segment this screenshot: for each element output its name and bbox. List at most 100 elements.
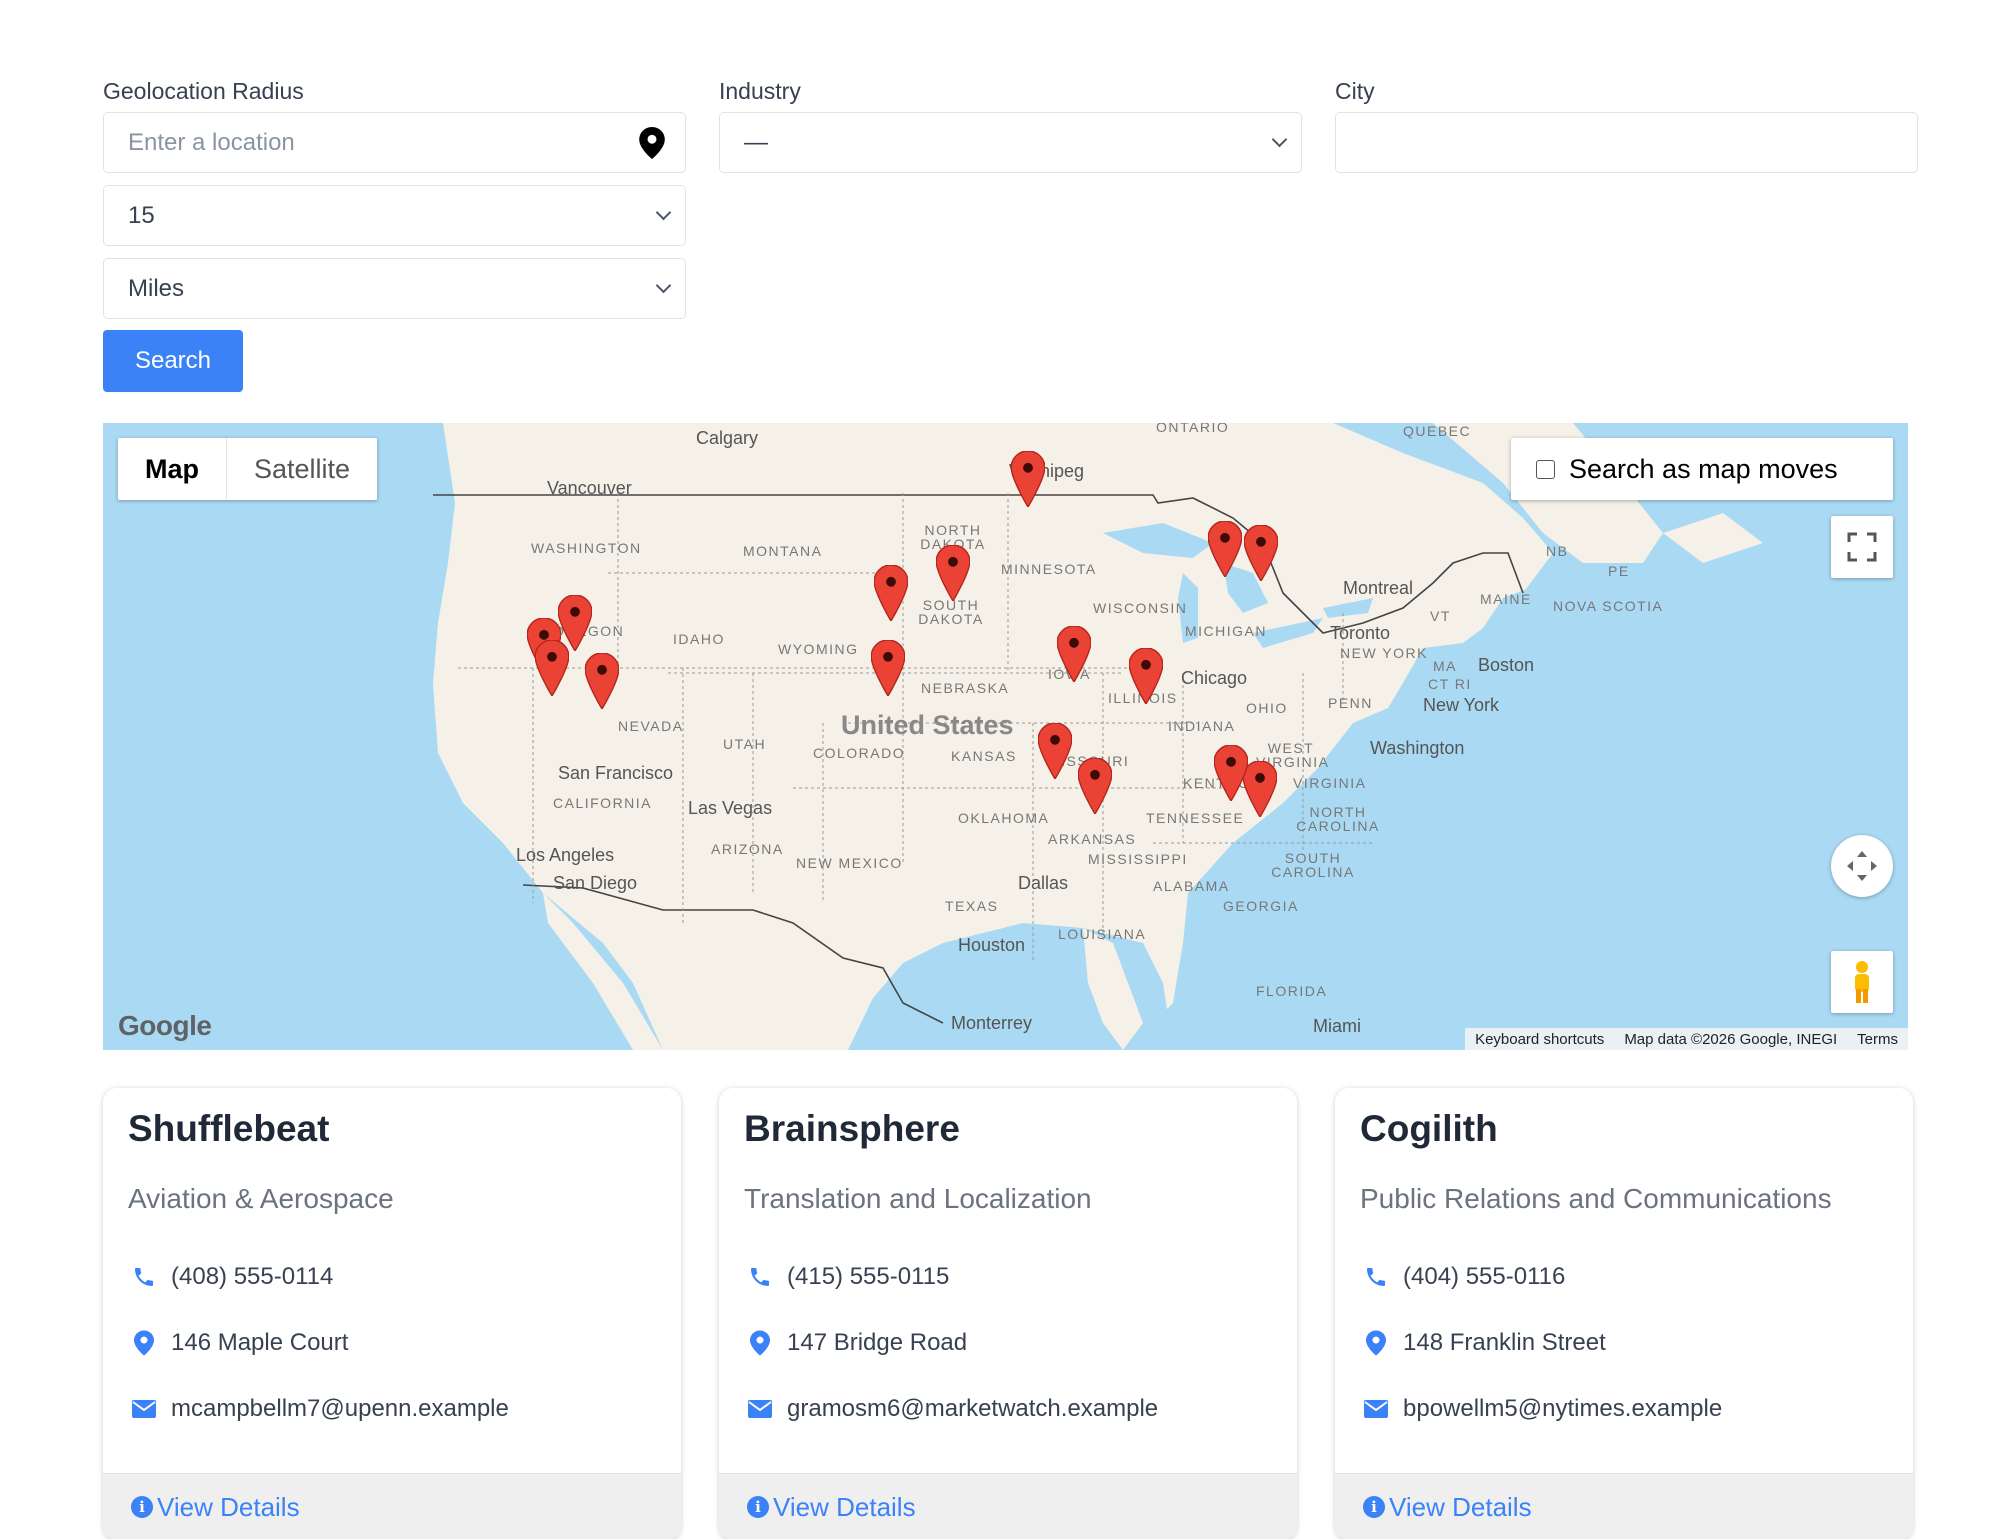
fullscreen-button[interactable] (1831, 516, 1893, 578)
view-details-label: View Details (773, 1491, 916, 1522)
map-marker-icon[interactable] (1011, 451, 1045, 507)
view-details-label: View Details (1389, 1491, 1532, 1522)
phone-icon (135, 1268, 153, 1286)
email-text: gramosm6@marketwatch.example (787, 1395, 1159, 1422)
keyboard-shortcuts-link[interactable]: Keyboard shortcuts (1465, 1031, 1614, 1048)
chevron-down-icon (655, 204, 672, 220)
company-name: Cogilith (1360, 1108, 1498, 1149)
map-marker-icon[interactable] (1038, 723, 1072, 779)
google-logo: Google (118, 1010, 212, 1041)
location-input[interactable]: Enter a location (103, 112, 686, 173)
camera-control-icon (1847, 851, 1877, 881)
company-phone: (415) 555-0115 (744, 1263, 949, 1291)
region-label: UTAH (723, 736, 767, 752)
map-marker-icon[interactable] (1129, 648, 1163, 704)
view-details-link[interactable]: i View Details (719, 1473, 1297, 1539)
chevron-down-icon (655, 277, 672, 293)
geolocation-label: Geolocation Radius (103, 78, 304, 104)
region-label: IDAHO (673, 631, 725, 647)
address-text: 148 Franklin Street (1403, 1329, 1606, 1356)
search-as-map-moves-label: Search as map moves (1569, 453, 1838, 484)
street-view-pegman[interactable] (1831, 951, 1893, 1013)
phone-icon (751, 1268, 769, 1286)
location-pin-icon[interactable] (639, 127, 665, 159)
fullscreen-icon (1847, 532, 1877, 562)
region-label: NEVADA (618, 718, 684, 734)
region-label: ARIZONA (711, 841, 784, 857)
region-label: MICHIGAN (1185, 623, 1267, 639)
city-label: Houston (958, 935, 1026, 955)
city-label: Chicago (1181, 668, 1248, 688)
region-label: MISSISSIPPI (1088, 851, 1188, 867)
view-details-link[interactable]: i View Details (1335, 1473, 1913, 1539)
map-marker-icon[interactable] (535, 640, 569, 696)
location-pin-icon (750, 1330, 770, 1356)
region-label: NOVA SCOTIA (1553, 598, 1664, 614)
search-as-map-moves-checkbox[interactable] (1536, 459, 1555, 479)
map-marker-icon[interactable] (1078, 758, 1112, 814)
map-attribution: Keyboard shortcuts Map data ©2026 Google… (1465, 1028, 1908, 1050)
company-card: Cogilith Public Relations and Communicati… (1335, 1088, 1913, 1539)
address-text: 147 Bridge Road (787, 1329, 968, 1356)
map-marker-icon[interactable] (1208, 521, 1242, 577)
city-input[interactable] (1335, 112, 1918, 173)
region-label: VT (1430, 608, 1451, 624)
map-marker-icon[interactable] (1214, 745, 1248, 801)
region-label: MONTANA (743, 543, 823, 559)
region-label: CALIFORNIA (553, 795, 653, 811)
radius-select[interactable]: 15 (103, 185, 686, 246)
email-text: mcampbellm7@upenn.example (171, 1395, 509, 1422)
camera-control-button[interactable] (1831, 835, 1893, 897)
map[interactable]: ONTARIO QUEBEC WASHINGTON MONTANA NORTH … (103, 423, 1908, 1050)
radius-value: 15 (128, 201, 155, 229)
info-icon: i (747, 1496, 769, 1518)
city-label: Washington (1370, 738, 1465, 758)
terms-link[interactable]: Terms (1847, 1031, 1908, 1048)
region-label: WASHINGTON (531, 540, 642, 556)
region-label: WISCONSIN (1093, 600, 1188, 616)
region-label: ALABAMA (1153, 878, 1230, 894)
map-marker-icon[interactable] (874, 565, 908, 621)
phone-text: (404) 555-0116 (1403, 1263, 1566, 1290)
region-label: NB (1546, 543, 1569, 559)
pegman-icon (1855, 961, 1869, 1003)
region-label: TENNESSEE (1146, 810, 1245, 826)
phone-text: (408) 555-0114 (171, 1263, 334, 1290)
city-label: Montreal (1343, 578, 1414, 598)
units-select[interactable]: Miles (103, 258, 686, 319)
map-type-satellite[interactable]: Satellite (227, 438, 377, 500)
search-button[interactable]: Search (103, 330, 243, 392)
map-marker-icon[interactable] (585, 653, 619, 709)
envelope-icon (748, 1400, 772, 1418)
region-label: OHIO (1246, 700, 1288, 716)
phone-icon (1367, 1268, 1385, 1286)
company-address: 146 Maple Court (128, 1329, 348, 1357)
company-email: bpowellm5@nytimes.example (1360, 1395, 1722, 1423)
region-label: NEW YORK (1340, 645, 1428, 661)
region-label: SOUTH CAROLINA (1271, 850, 1355, 880)
search-as-map-moves[interactable]: Search as map moves (1511, 438, 1893, 500)
industry-select[interactable]: — (719, 112, 1302, 173)
location-pin-icon (134, 1330, 154, 1356)
address-text: 146 Maple Court (171, 1329, 349, 1356)
region-label: NEW MEXICO (796, 855, 903, 871)
info-icon: i (131, 1496, 153, 1518)
company-phone: (404) 555-0116 (1360, 1263, 1565, 1291)
map-data-text: Map data ©2026 Google, INEGI (1624, 1030, 1838, 1048)
city-label: Boston (1478, 655, 1535, 675)
company-industry: Aviation & Aerospace (128, 1183, 394, 1214)
map-marker-icon[interactable] (936, 545, 970, 601)
region-label: VIRGINIA (1293, 775, 1367, 791)
company-email: mcampbellm7@upenn.example (128, 1395, 509, 1423)
city-label: Vancouver (547, 478, 632, 498)
map-marker-icon[interactable] (871, 640, 905, 696)
region-label: MAINE (1480, 591, 1532, 607)
city-label: San Diego (553, 873, 638, 893)
map-marker-icon[interactable] (1243, 761, 1277, 817)
company-email: gramosm6@marketwatch.example (744, 1395, 1158, 1423)
map-type-map[interactable]: Map (118, 438, 227, 500)
map-marker-icon[interactable] (1057, 626, 1091, 682)
view-details-link[interactable]: i View Details (103, 1473, 681, 1539)
region-label: PENN (1328, 695, 1373, 711)
map-marker-icon[interactable] (1244, 525, 1278, 581)
